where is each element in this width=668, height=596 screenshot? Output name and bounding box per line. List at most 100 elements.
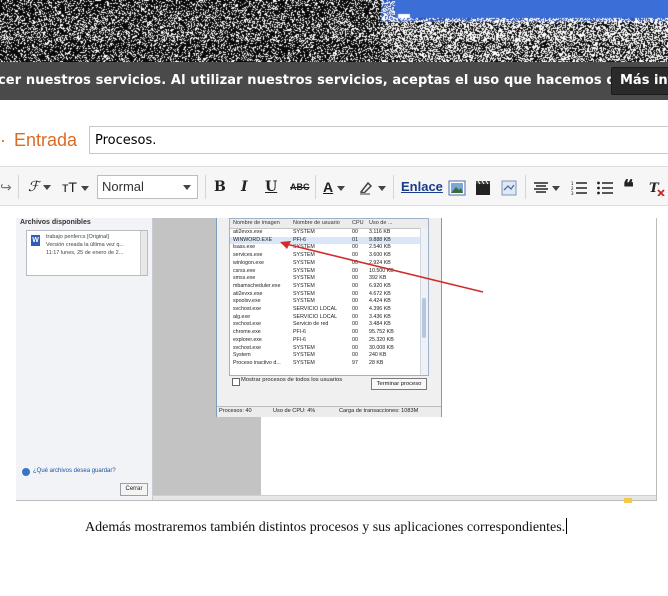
embedded-screenshot-image[interactable]: Archivos disponibles W trabajo penfercs … xyxy=(16,218,657,501)
process-cell: 2.924 KB xyxy=(369,259,391,266)
process-cell: 00 xyxy=(352,229,358,235)
end-process-button: Terminar proceso xyxy=(371,378,427,390)
image-icon[interactable] xyxy=(448,176,466,198)
process-cell: SERVICIO LOCAL xyxy=(293,306,338,312)
task-manager-status-bar: Procesos: 40 Uso de CPU: 4% Carga de tra… xyxy=(217,406,441,417)
strikethrough-button[interactable]: ABC xyxy=(290,176,310,198)
svg-text:T: T xyxy=(649,181,660,196)
post-title-row: · Entrada Procesos. xyxy=(0,100,668,166)
process-cell: ati2evxx.exe xyxy=(233,229,263,235)
jump-break-icon[interactable] xyxy=(500,176,518,198)
editor-toolbar: ↪ ℱ тT Normal B I U ABC A Enlace 123 ❝ T xyxy=(0,166,668,206)
process-row: ati2evxx.exe SYSTEM 00 3.116 KB xyxy=(230,229,420,237)
process-cell: winlogon.exe xyxy=(233,259,264,266)
process-row: explorer.exe PFI-6 00 25.320 KB xyxy=(230,337,420,345)
process-cell: 00 xyxy=(352,352,358,359)
process-cell: 240 KB xyxy=(369,352,387,359)
process-cell: 00 xyxy=(352,344,358,351)
bullet-list-icon[interactable] xyxy=(597,176,613,198)
post-title-input[interactable]: Procesos. xyxy=(89,126,668,154)
file-line: 11:17 lunes, 25 de enero de 2... xyxy=(46,250,124,256)
process-row: Proceso inactivo d... SYSTEM 97 28 KB xyxy=(230,360,420,368)
bold-button[interactable]: B xyxy=(214,176,226,198)
process-cell: SERVICIO LOCAL xyxy=(293,313,338,320)
process-cell: explorer.exe xyxy=(233,336,262,343)
svg-text:3: 3 xyxy=(571,191,574,195)
column-header: Uso de ... xyxy=(369,220,393,226)
process-cell: 01 xyxy=(352,236,358,243)
highlight-color-icon[interactable] xyxy=(358,176,386,198)
process-table-scrollbar xyxy=(420,228,428,375)
process-cell: mbamscheduler.exe xyxy=(233,282,281,289)
process-cell: ati2evxx.exe xyxy=(233,290,263,297)
scrollbar-thumb xyxy=(422,298,426,338)
process-row: ati2evxx.exe SYSTEM 00 4.672 KB xyxy=(230,291,420,299)
process-cell: svchost.exe xyxy=(233,306,261,312)
process-row: csrss.exe SYSTEM 00 10.500 KB xyxy=(230,268,420,276)
process-cell: 2.540 KB xyxy=(369,244,391,251)
process-cell: svchost.exe xyxy=(233,321,261,328)
process-cell: 00 xyxy=(352,252,358,259)
underline-button[interactable]: U xyxy=(265,176,277,198)
process-cell: lsass.exe xyxy=(233,244,256,251)
image-resize-handle[interactable] xyxy=(624,498,632,503)
process-cell: 00 xyxy=(352,267,358,274)
process-cell: spoolsv.exe xyxy=(233,298,261,305)
process-cell: 6.920 KB xyxy=(369,282,391,289)
process-cell: SYSTEM xyxy=(293,290,315,297)
more-info-button[interactable]: Más info xyxy=(611,67,668,95)
process-row: System SYSTEM 00 240 KB xyxy=(230,352,420,360)
process-cell: csrss.exe xyxy=(233,267,256,274)
post-body-paragraph[interactable]: Además mostraremos también distintos pro… xyxy=(85,518,568,536)
word-document-icon: W xyxy=(31,235,40,246)
process-cell: SYSTEM xyxy=(293,229,315,235)
text-cursor xyxy=(566,518,568,534)
status-processes: Procesos: 40 xyxy=(219,408,252,414)
process-cell: 28 KB xyxy=(369,359,384,366)
process-cell: 00 xyxy=(352,259,358,266)
process-cell: 3.600 KB xyxy=(369,252,391,259)
process-cell: alg.exe xyxy=(233,313,251,320)
show-all-processes-checkbox xyxy=(232,378,240,386)
process-cell: 4.396 KB xyxy=(369,306,391,312)
italic-button[interactable]: I xyxy=(241,176,248,198)
font-icon[interactable]: ℱ xyxy=(28,176,52,198)
show-all-processes-label: Mostrar procesos de todos los usuarios xyxy=(241,377,343,383)
column-header: Nombre de imagen xyxy=(233,220,280,226)
quote-icon[interactable]: ❝ xyxy=(623,176,634,198)
file-list-scrollbar xyxy=(140,231,147,275)
process-row: svchost.exe Servicio de red 00 3.484 KB xyxy=(230,321,420,329)
text-color-button[interactable]: A xyxy=(323,176,346,198)
editor-margin xyxy=(0,206,16,500)
numbered-list-icon[interactable]: 123 xyxy=(571,176,587,198)
toolbar-divider xyxy=(393,175,394,199)
header-background-noise xyxy=(0,0,668,62)
process-cell: 4.672 KB xyxy=(369,290,391,297)
process-row: spoolsv.exe SYSTEM 00 4.424 KB xyxy=(230,298,420,306)
process-row: lsass.exe SYSTEM 00 2.540 KB xyxy=(230,244,420,252)
process-row: winlogon.exe SYSTEM 00 2.924 KB xyxy=(230,260,420,268)
process-row: WINWORD.EXE PFI-6 01 9.888 KB xyxy=(230,236,420,245)
clear-format-icon[interactable]: T xyxy=(649,176,665,198)
process-row: mbamscheduler.exe SYSTEM 00 6.920 KB xyxy=(230,283,420,291)
text-size-icon[interactable]: тT xyxy=(62,176,89,198)
process-table-header: Nombre de imagen Nombre de usuario CPU U… xyxy=(230,219,428,229)
process-row: svchost.exe SYSTEM 00 30.008 KB xyxy=(230,345,420,353)
align-icon[interactable] xyxy=(534,176,560,198)
link-button[interactable]: Enlace xyxy=(401,176,443,198)
process-cell: smss.exe xyxy=(233,275,256,282)
process-cell: svchost.exe xyxy=(233,344,261,351)
video-icon[interactable] xyxy=(474,176,492,198)
process-cell: SYSTEM xyxy=(293,252,315,259)
process-cell: Proceso inactivo d... xyxy=(233,359,281,366)
close-panel-button: Cerrar xyxy=(120,483,148,496)
post-editor-area[interactable]: Archivos disponibles W trabajo penfercs … xyxy=(0,206,668,596)
status-commit: Carga de transacciones: 1083M xyxy=(339,408,419,414)
redo-icon[interactable]: ↪ xyxy=(0,176,12,198)
process-cell: 30.008 KB xyxy=(369,344,394,351)
process-cell: 392 KB xyxy=(369,275,387,282)
paragraph-format-select[interactable]: Normal xyxy=(97,175,198,199)
process-cell: 00 xyxy=(352,282,358,289)
process-cell: SYSTEM xyxy=(293,282,315,289)
separator-dot: · xyxy=(0,130,6,150)
